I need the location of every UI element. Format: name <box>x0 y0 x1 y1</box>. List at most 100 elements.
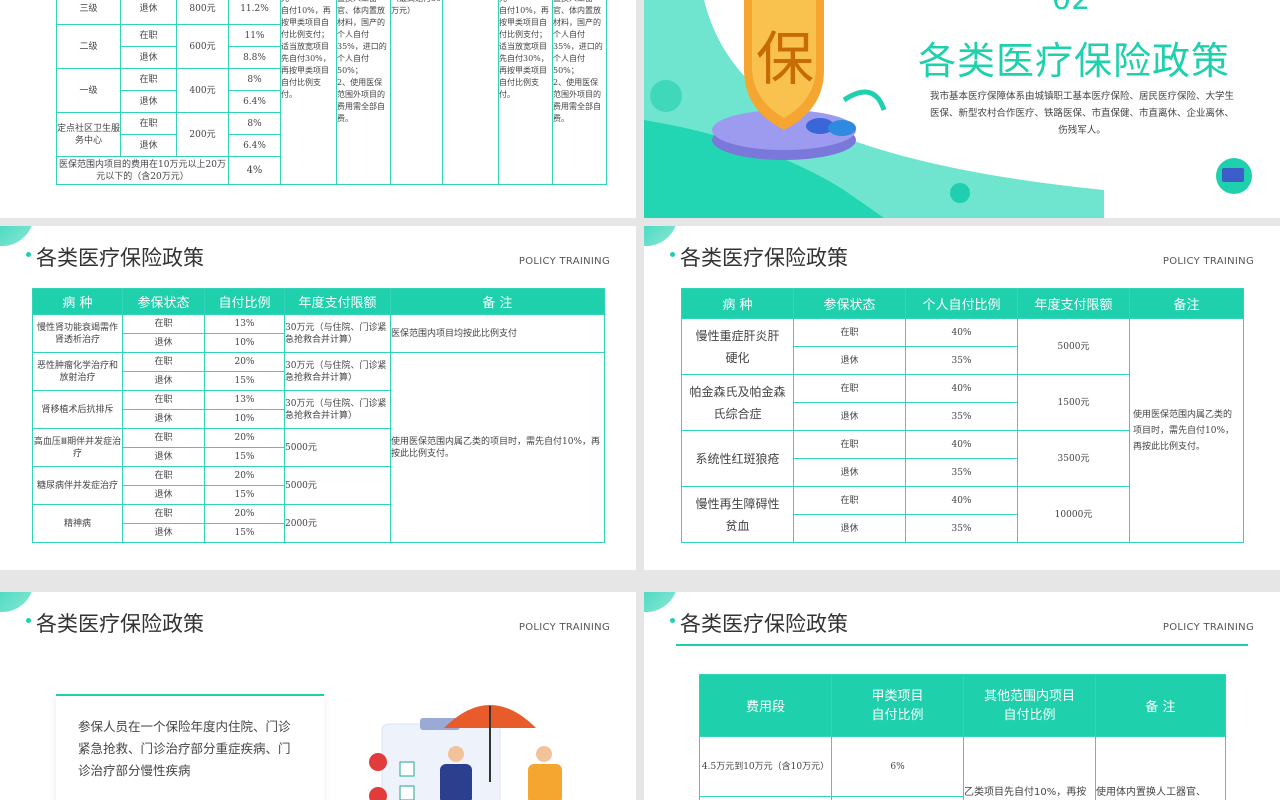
status-cell: 在职 <box>122 352 205 372</box>
limit-cell: 600元 <box>176 24 229 69</box>
rate-cell: 8% <box>228 112 281 135</box>
rate-cell: 35% <box>905 514 1018 543</box>
status-cell: 在职 <box>120 24 177 47</box>
text-card: 参保人员在一个保险年度内住院、门诊紧急抢救、门诊治疗部分重症疾病、门诊治疗部分慢… <box>56 694 324 800</box>
range-label: 医保范围内项目的费用在10万元以上20万元以下的（含20万元） <box>56 156 229 185</box>
status-cell: 退休 <box>120 46 177 69</box>
status-cell: 退休 <box>120 90 177 113</box>
slide-subtitle: POLICY TRAINING <box>1162 256 1254 267</box>
col-note: 备注 <box>1129 288 1244 319</box>
corner-decoration <box>0 226 34 246</box>
rate-cell: 11% <box>228 24 281 47</box>
title-dot <box>26 252 31 257</box>
slide-expense-table: 各类医疗保险政策 POLICY TRAINING 费用段 甲类项目 自付比例 其… <box>644 592 1280 800</box>
title-underline <box>676 644 1248 646</box>
col-disease: 病 种 <box>681 288 794 319</box>
limit-cell: 200元 <box>176 112 229 157</box>
limit-cell: 400元 <box>176 68 229 113</box>
range-cell <box>699 796 832 800</box>
disease-name: 慢性重症肝炎肝硬化 <box>681 318 794 375</box>
range-rate: 4% <box>228 156 281 185</box>
rate-cell: 13% <box>204 314 285 334</box>
title-dot <box>26 618 31 623</box>
title-dot <box>670 252 675 257</box>
limit-cell: 1500元 <box>1017 374 1130 431</box>
status-cell: 退休 <box>793 346 906 375</box>
other-cell: 乙类项目先自付10%，再按 <box>963 736 1096 800</box>
slide-coverage-text: 各类医疗保险政策 POLICY TRAINING 参保人员在一个保险年度内住院、… <box>0 592 636 800</box>
rate-cell: 13% <box>204 390 285 410</box>
range-cell: 4.5万元到10万元（含10万元） <box>699 736 832 797</box>
limit-cell: 3500元 <box>1017 430 1130 487</box>
limit-cell: 10000元 <box>1017 486 1130 543</box>
status-cell: 退休 <box>120 0 177 25</box>
rate-cell: 8% <box>228 68 281 91</box>
note-e: 置换人工器官、体内置放材料，国产的个人自付35%，进口的个人自付50%； 2、使… <box>552 0 607 185</box>
note-cell: 使用医保范围内属乙类的项目时，需先自付10%，再按此比例支付。 <box>1129 318 1244 543</box>
rate-cell: 35% <box>905 402 1018 431</box>
status-cell: 退休 <box>122 523 205 543</box>
slide-title: 各类医疗保险政策 <box>36 612 204 636</box>
coverage-text: 参保人员在一个保险年度内住院、门诊紧急抢救、门诊治疗部分重症疾病、门诊治疗部分慢… <box>78 719 291 778</box>
corner-decoration <box>644 592 678 612</box>
status-cell: 在职 <box>120 112 177 135</box>
status-cell: 在职 <box>120 68 177 91</box>
rate-cell: 20% <box>204 466 285 486</box>
disease-name: 帕金森氏及帕金森氏综合症 <box>681 374 794 431</box>
rate-cell: 40% <box>905 318 1018 347</box>
status-cell: 在职 <box>122 314 205 334</box>
title-dot <box>670 618 675 623</box>
expense-table: 费用段 甲类项目 自付比例 其他范围内项目 自付比例 备 注 4.5万元到10万… <box>699 674 1226 800</box>
note-c: （最高贴付30万元） <box>390 0 443 185</box>
col-rate: 自付比例 <box>204 288 285 315</box>
status-cell: 退休 <box>793 514 906 543</box>
umbrella-illustration <box>369 705 562 800</box>
disease-name: 糖尿病伴并发症治疗 <box>32 466 123 505</box>
rate-cell: 40% <box>905 430 1018 459</box>
slide-title: 各类医疗保险政策 <box>680 612 848 636</box>
disease-name: 系统性红斑狼疮 <box>681 430 794 487</box>
rate-cell: 8.8% <box>228 46 281 69</box>
section-title: 各类医疗保险政策 <box>918 39 1231 83</box>
rate-cell: 35% <box>905 346 1018 375</box>
rate-cell: 15% <box>204 447 285 467</box>
rate-cell: 15% <box>204 371 285 391</box>
rate-cell: 20% <box>204 504 285 524</box>
rate-cell: 20% <box>204 352 285 372</box>
slide-subtitle: POLICY TRAINING <box>518 622 610 633</box>
limit-cell: 5000元 <box>284 466 391 505</box>
col-status: 参保状态 <box>122 288 205 315</box>
status-cell: 在职 <box>793 318 906 347</box>
rate-cell <box>831 796 964 800</box>
shield-badge-glyph: 保 <box>756 25 815 93</box>
status-cell: 退休 <box>122 333 205 353</box>
limit-cell: 800元 <box>176 0 229 25</box>
col-class-a: 甲类项目 自付比例 <box>831 674 964 737</box>
status-cell: 退休 <box>122 371 205 391</box>
note-a: 先 自付10%，再按甲类项目自付比例支付；适当放宽项目先自付30%，再按甲类项目… <box>280 0 337 185</box>
rate-cell: 20% <box>204 428 285 448</box>
note-cell: 使用医保范围内属乙类的项目时，需先自付10%，再按此比例支付。 <box>390 352 605 543</box>
limit-cell: 5000元 <box>1017 318 1130 375</box>
limit-cell: 30万元（与住院、门诊紧急抢救合并计算） <box>284 314 391 353</box>
rate-cell: 15% <box>204 523 285 543</box>
status-cell: 退休 <box>122 409 205 429</box>
col-note: 备 注 <box>1095 674 1226 737</box>
slide-section-intro: 保 02 各类医疗保险政策 我市基本医疗保障体系由城镇职工基本医疗保险、居民医疗… <box>644 0 1280 218</box>
status-cell: 在职 <box>793 486 906 515</box>
status-cell: 在职 <box>122 504 205 524</box>
level-cell: 二级 <box>56 24 121 69</box>
col-range: 费用段 <box>699 674 832 737</box>
status-cell: 退休 <box>793 458 906 487</box>
disease-name: 慢性再生障碍性贫血 <box>681 486 794 543</box>
status-cell: 在职 <box>122 390 205 410</box>
col-limit: 年度支付限额 <box>1017 288 1130 319</box>
section-number: 02 <box>1052 0 1090 17</box>
hospital-level-table: 三级 退休 800元 11.2% 先 自付10%，再按甲类项目自付比例支付；适当… <box>56 0 607 185</box>
limit-cell: 30万元（与住院、门诊紧急抢救合并计算） <box>284 352 391 391</box>
rate-cell: 11.2% <box>228 0 281 25</box>
level-cell: 三级 <box>56 0 121 25</box>
col-other: 其他范围内项目 自付比例 <box>963 674 1096 737</box>
col-note: 备 注 <box>390 288 605 315</box>
section-description: 我市基本医疗保障体系由城镇职工基本医疗保险、居民医疗保险、大学生医保、新型农村合… <box>929 91 1234 136</box>
